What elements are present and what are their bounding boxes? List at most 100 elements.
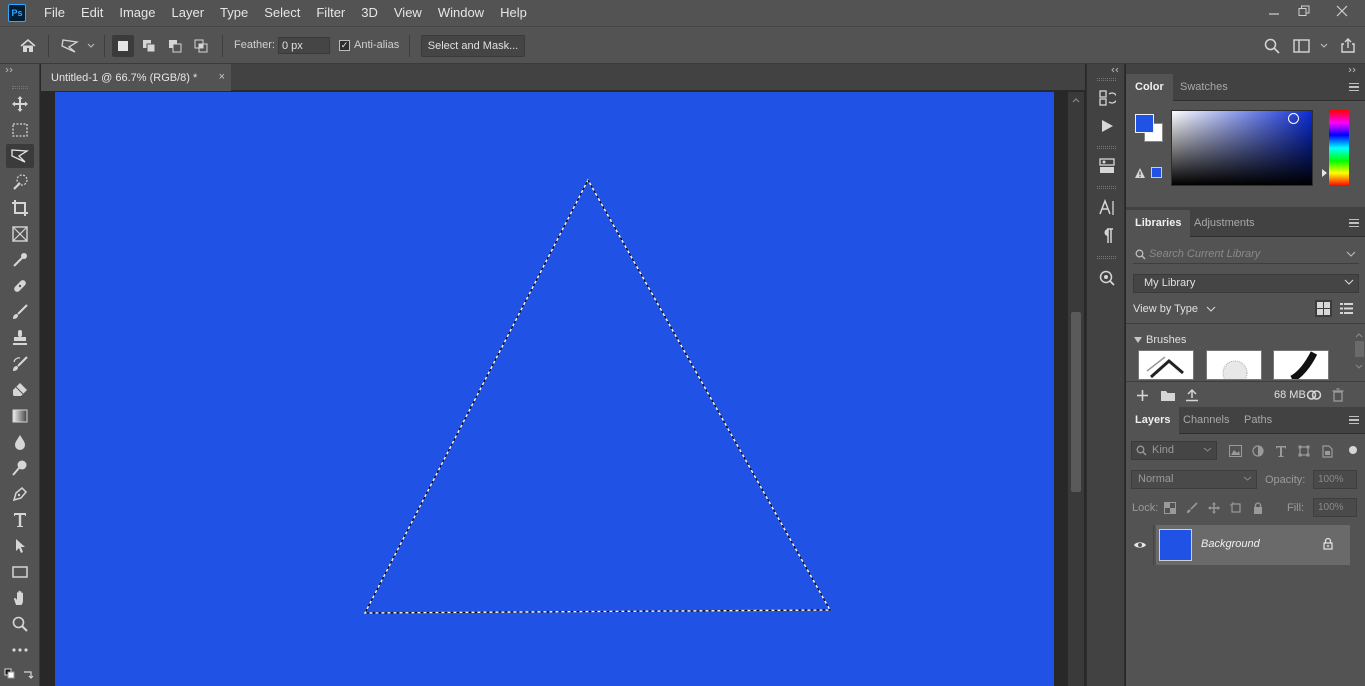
lock-position[interactable] <box>1206 500 1222 516</box>
chevron-down-icon[interactable] <box>1346 250 1356 258</box>
default-colors-icon[interactable] <box>4 668 16 680</box>
chevron-down-icon[interactable] <box>1206 305 1216 313</box>
path-selection-tool[interactable] <box>6 534 34 558</box>
hue-slider-marker[interactable] <box>1322 169 1327 177</box>
close-document-button[interactable]: × <box>219 71 225 83</box>
lock-all[interactable] <box>1250 500 1266 516</box>
marquee-tool[interactable] <box>6 118 34 142</box>
hue-slider[interactable] <box>1329 110 1349 186</box>
filter-shape-layers[interactable] <box>1296 443 1312 459</box>
menu-filter[interactable]: Filter <box>308 0 353 26</box>
canvas-vertical-scrollbar[interactable] <box>1068 92 1084 686</box>
opacity-input[interactable]: 100% <box>1313 470 1357 489</box>
menu-layer[interactable]: Layer <box>164 0 213 26</box>
minimize-button[interactable] <box>1259 0 1289 22</box>
brush-thumbnail-1[interactable] <box>1138 350 1194 380</box>
menu-edit[interactable]: Edit <box>73 0 111 26</box>
filter-smart-objects[interactable] <box>1319 443 1335 459</box>
library-search-input[interactable]: Search Current Library <box>1133 245 1359 264</box>
history-panel-button[interactable] <box>1095 86 1119 110</box>
layer-row[interactable]: Background <box>1126 525 1365 565</box>
libraries-strip-button[interactable] <box>1095 266 1119 290</box>
library-select[interactable]: My Library <box>1133 274 1359 293</box>
menu-view[interactable]: View <box>386 0 430 26</box>
color-picker-marker[interactable] <box>1288 113 1299 124</box>
layer-kind-filter[interactable]: Kind <box>1131 441 1217 460</box>
workspace-switcher[interactable] <box>1290 35 1334 57</box>
menu-file[interactable]: File <box>36 0 73 26</box>
eraser-tool[interactable] <box>6 378 34 402</box>
select-and-mask-button[interactable]: Select and Mask... <box>421 35 525 57</box>
lock-transparent-pixels[interactable] <box>1162 500 1178 516</box>
dodge-tool[interactable] <box>6 456 34 480</box>
history-brush-tool[interactable] <box>6 352 34 376</box>
menu-select[interactable]: Select <box>256 0 308 26</box>
search-button[interactable] <box>1261 35 1283 57</box>
brushes-section-toggle[interactable] <box>1134 337 1142 343</box>
tab-layers[interactable]: Layers <box>1126 407 1180 434</box>
creative-cloud-icon[interactable] <box>1306 388 1322 402</box>
hand-tool[interactable] <box>6 586 34 610</box>
move-tool[interactable] <box>6 92 34 116</box>
add-icon[interactable] <box>1136 389 1149 402</box>
collapse-dock-icon[interactable] <box>1348 67 1360 73</box>
fill-input[interactable]: 100% <box>1313 498 1357 517</box>
actions-panel-button[interactable] <box>1095 114 1119 138</box>
more-tools-button[interactable] <box>6 638 34 662</box>
brush-tool[interactable] <box>6 300 34 324</box>
properties-panel-button[interactable] <box>1095 154 1119 178</box>
scroll-down-icon[interactable] <box>1354 363 1364 371</box>
scroll-up-icon[interactable] <box>1354 331 1364 339</box>
tab-color[interactable]: Color <box>1126 74 1173 101</box>
brush-thumbnail-3[interactable] <box>1273 350 1329 380</box>
libraries-panel-menu-icon[interactable] <box>1349 219 1359 227</box>
tab-paths[interactable]: Paths <box>1235 407 1281 434</box>
layer-item-background[interactable]: Background <box>1156 525 1350 565</box>
view-by-type-dropdown[interactable]: View by Type <box>1133 303 1198 315</box>
grid-view-button[interactable] <box>1315 300 1332 317</box>
tab-adjustments[interactable]: Adjustments <box>1185 210 1264 237</box>
saturation-brightness-field[interactable] <box>1171 110 1313 186</box>
tab-swatches[interactable]: Swatches <box>1171 74 1237 101</box>
gradient-tool[interactable] <box>6 404 34 428</box>
healing-brush-tool[interactable] <box>6 274 34 298</box>
tab-libraries[interactable]: Libraries <box>1126 210 1191 237</box>
folder-icon[interactable] <box>1160 389 1176 402</box>
character-panel-button[interactable] <box>1095 196 1119 220</box>
zoom-tool[interactable] <box>6 612 34 636</box>
brush-thumbnail-2[interactable] <box>1206 350 1262 380</box>
tool-preset-picker[interactable] <box>58 35 98 57</box>
subtract-from-selection-button[interactable] <box>164 35 186 57</box>
share-button[interactable] <box>1337 35 1359 57</box>
color-panel-menu-icon[interactable] <box>1349 83 1359 91</box>
clone-stamp-tool[interactable] <box>6 326 34 350</box>
menu-image[interactable]: Image <box>111 0 163 26</box>
lock-artboard[interactable] <box>1228 500 1244 516</box>
add-to-selection-button[interactable] <box>138 35 160 57</box>
layer-visibility-toggle[interactable] <box>1126 525 1154 565</box>
antialias-checkbox[interactable]: ✓ <box>339 40 350 51</box>
blur-tool[interactable] <box>6 430 34 454</box>
restore-button[interactable] <box>1289 0 1319 22</box>
scrollbar-thumb[interactable] <box>1071 312 1081 492</box>
menu-3d[interactable]: 3D <box>353 0 386 26</box>
paragraph-panel-button[interactable] <box>1095 224 1119 248</box>
library-scrollbar-thumb[interactable] <box>1355 341 1364 357</box>
close-window-button[interactable] <box>1319 0 1365 22</box>
canvas[interactable] <box>55 92 1054 686</box>
foreground-color-swatch[interactable] <box>1135 114 1154 133</box>
swap-colors-icon[interactable] <box>22 668 34 680</box>
type-tool[interactable] <box>6 508 34 532</box>
upload-icon[interactable] <box>1185 388 1199 402</box>
document-tab[interactable]: Untitled-1 @ 66.7% (RGB/8) * × <box>41 64 231 91</box>
intersect-selection-button[interactable] <box>190 35 212 57</box>
feather-input[interactable] <box>278 37 330 54</box>
lasso-tool[interactable] <box>6 144 34 168</box>
filter-type-layers[interactable] <box>1273 443 1289 459</box>
list-view-button[interactable] <box>1338 300 1355 317</box>
filter-pixel-layers[interactable] <box>1227 443 1243 459</box>
quick-selection-tool[interactable] <box>6 170 34 194</box>
rectangle-tool[interactable] <box>6 560 34 584</box>
menu-window[interactable]: Window <box>430 0 492 26</box>
layer-filter-toggle[interactable] <box>1349 446 1357 454</box>
